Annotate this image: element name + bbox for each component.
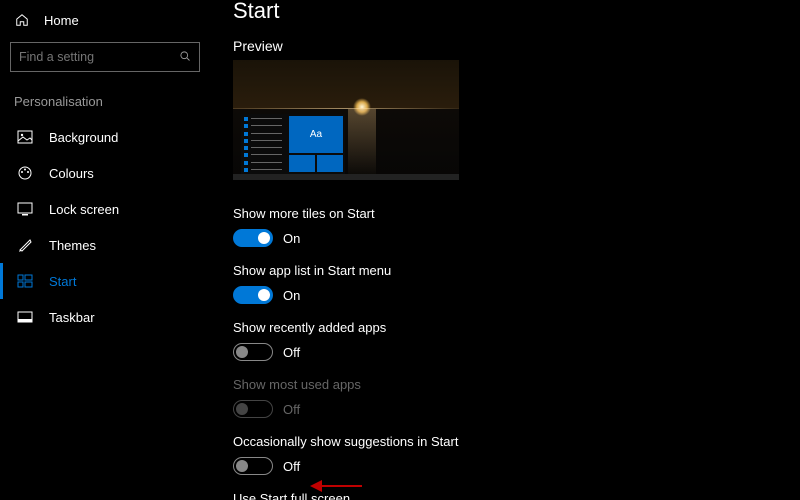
setting-row: Occasionally show suggestions in Start Of… xyxy=(233,434,782,475)
preview-tile-text: Aa xyxy=(289,116,343,153)
setting-label: Show more tiles on Start xyxy=(233,206,782,221)
category-label: Personalisation xyxy=(0,94,215,109)
toggle-state: Off xyxy=(283,459,300,474)
sidebar-item-label: Lock screen xyxy=(49,202,119,217)
setting-label: Show app list in Start menu xyxy=(233,263,782,278)
start-preview: Aa xyxy=(233,60,459,180)
home-link[interactable]: Home xyxy=(0,8,215,32)
taskbar-icon xyxy=(17,309,33,325)
setting-row: Show recently added apps Off xyxy=(233,320,782,361)
preview-heading: Preview xyxy=(233,38,782,54)
start-icon xyxy=(17,273,33,289)
sidebar-item-label: Start xyxy=(49,274,76,289)
setting-label: Use Start full screen xyxy=(233,491,782,500)
sidebar-item-taskbar[interactable]: Taskbar xyxy=(0,299,215,335)
toggle-switch[interactable] xyxy=(233,457,273,475)
search-input[interactable] xyxy=(10,42,200,72)
toggle-state: Off xyxy=(283,345,300,360)
sidebar-item-themes[interactable]: Themes xyxy=(0,227,215,263)
setting-label: Show recently added apps xyxy=(233,320,782,335)
search-field[interactable] xyxy=(19,50,169,64)
setting-label: Show most used apps xyxy=(233,377,782,392)
setting-label: Occasionally show suggestions in Start xyxy=(233,434,782,449)
sidebar: Home Personalisation Background Colours … xyxy=(0,0,215,500)
setting-row: Use Start full screenOn xyxy=(233,491,782,500)
sidebar-item-label: Background xyxy=(49,130,118,145)
setting-row: Show app list in Start menu On xyxy=(233,263,782,304)
main-panel: Start Preview Aa Show more tiles on Star… xyxy=(215,0,800,500)
toggle-state: On xyxy=(283,231,300,246)
toggle-switch[interactable] xyxy=(233,229,273,247)
page-title: Start xyxy=(233,0,782,24)
toggle-switch[interactable] xyxy=(233,343,273,361)
toggle-switch[interactable] xyxy=(233,286,273,304)
sidebar-item-start[interactable]: Start xyxy=(0,263,215,299)
lockscreen-icon xyxy=(17,201,33,217)
setting-row: Show most used apps Off xyxy=(233,377,782,418)
setting-row: Show more tiles on Start On xyxy=(233,206,782,247)
search-icon xyxy=(179,50,191,65)
toggle-state: On xyxy=(283,288,300,303)
sidebar-item-label: Themes xyxy=(49,238,96,253)
home-icon xyxy=(14,12,30,28)
sidebar-item-label: Taskbar xyxy=(49,310,95,325)
sidebar-item-colours[interactable]: Colours xyxy=(0,155,215,191)
sidebar-item-lockscreen[interactable]: Lock screen xyxy=(0,191,215,227)
sidebar-item-background[interactable]: Background xyxy=(0,119,215,155)
home-label: Home xyxy=(44,13,79,28)
themes-icon xyxy=(17,237,33,253)
sidebar-item-label: Colours xyxy=(49,166,94,181)
toggle-state: Off xyxy=(283,402,300,417)
toggle-switch xyxy=(233,400,273,418)
picture-icon xyxy=(17,129,33,145)
palette-icon xyxy=(17,165,33,181)
